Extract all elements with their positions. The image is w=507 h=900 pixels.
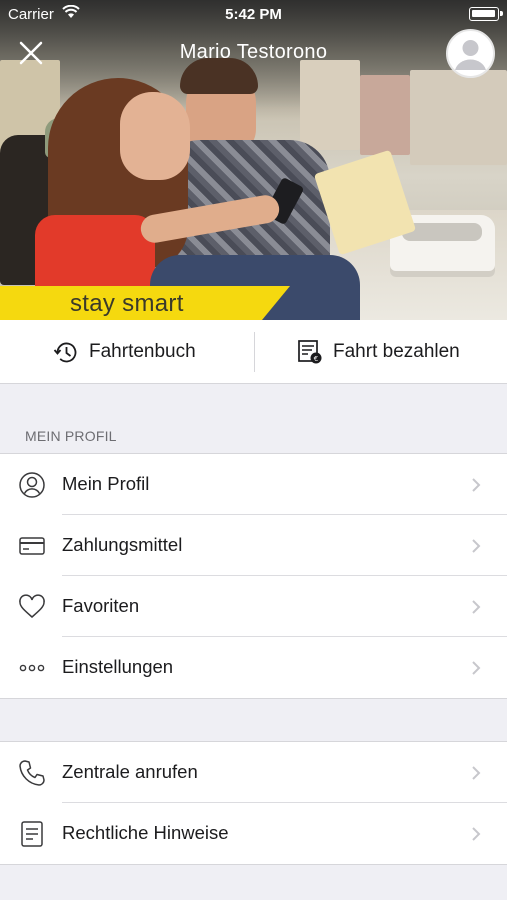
more-dots-icon	[19, 664, 45, 672]
menu-item-settings[interactable]: Einstellungen	[0, 637, 507, 698]
chevron-right-icon	[472, 539, 481, 553]
hero-building	[360, 75, 410, 155]
support-menu-group: Zentrale anrufen Rechtliche Hinweise	[0, 741, 507, 865]
phone-icon	[19, 760, 45, 786]
user-avatar-icon	[455, 40, 486, 70]
history-clock-icon	[53, 342, 77, 362]
menu-item-label: Favoriten	[62, 595, 140, 616]
hero-woman-top	[35, 215, 155, 290]
chevron-right-icon	[472, 600, 481, 614]
profile-menu-group: Mein Profil Zahlungsmittel Favoriten Ein…	[0, 453, 507, 699]
battery-icon	[469, 7, 503, 21]
chevron-right-icon	[472, 661, 481, 675]
hero-building	[300, 60, 360, 150]
action-divider	[254, 332, 255, 372]
banner-text: stay smart	[70, 290, 184, 317]
hero-building	[410, 70, 507, 165]
document-icon	[21, 821, 43, 847]
menu-item-label: Zentrale anrufen	[62, 761, 198, 782]
user-name: Mario Testorono	[179, 41, 328, 63]
menu-item-label: Rechtliche Hinweise	[62, 822, 229, 843]
logbook-button[interactable]: Fahrtenbuch	[53, 320, 196, 384]
menu-item-label: Zahlungsmittel	[62, 534, 183, 555]
pay-ride-label: Fahrt bezahlen	[333, 341, 460, 362]
svg-text:€: €	[314, 355, 318, 363]
chevron-right-icon	[472, 827, 481, 841]
menu-item-call-center[interactable]: Zentrale anrufen	[0, 742, 507, 803]
status-time: 5:42 PM	[225, 6, 282, 23]
menu-item-label: Einstellungen	[62, 656, 174, 677]
pay-ride-button[interactable]: € Fahrt bezahlen	[296, 320, 460, 384]
heart-icon	[19, 594, 45, 618]
status-bar: Carrier 5:42 PM	[0, 0, 507, 28]
avatar[interactable]	[446, 29, 495, 78]
menu-item-legal-notes[interactable]: Rechtliche Hinweise	[0, 803, 507, 864]
chevron-right-icon	[472, 766, 481, 780]
receipt-payment-icon: €	[298, 340, 322, 364]
hero-woman-face	[120, 92, 190, 180]
action-bar: Fahrtenbuch € Fahrt bezahlen	[0, 320, 507, 384]
menu-item-my-profile[interactable]: Mein Profil	[0, 454, 507, 515]
menu-item-label: Mein Profil	[62, 473, 150, 494]
chevron-right-icon	[472, 478, 481, 492]
logbook-label: Fahrtenbuch	[89, 341, 196, 362]
section-header-profile: MEIN PROFIL	[25, 428, 117, 444]
menu-item-favorites[interactable]: Favoriten	[0, 576, 507, 637]
credit-card-icon	[19, 537, 45, 555]
user-circle-icon	[19, 472, 45, 498]
menu-item-payment-methods[interactable]: Zahlungsmittel	[0, 515, 507, 576]
